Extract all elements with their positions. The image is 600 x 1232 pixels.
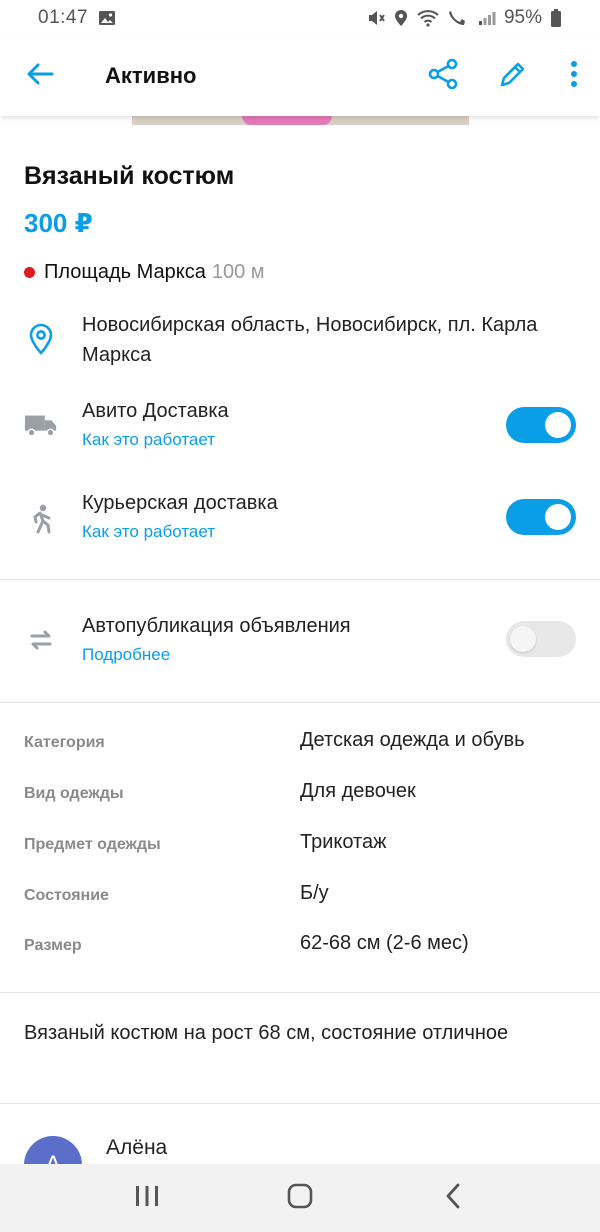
- photo-content: [242, 116, 332, 125]
- divider: [0, 1103, 600, 1104]
- status-time: 01:47: [38, 7, 89, 28]
- toggle-knob: [510, 626, 536, 652]
- edit-icon: [498, 59, 528, 94]
- param-value: Трикотаж: [300, 831, 387, 853]
- signal-bars-icon: [478, 10, 496, 26]
- page-title: Активно: [105, 63, 197, 88]
- back-arrow-icon: [26, 62, 54, 91]
- param-row: Предмет одежды Трикотаж: [0, 830, 600, 860]
- share-icon: [428, 58, 458, 95]
- param-row: Вид одежды Для девочек: [0, 779, 600, 809]
- status-bar: 01:47 95%: [0, 0, 600, 36]
- system-nav-bar: [0, 1164, 600, 1232]
- truck-icon: [24, 408, 58, 442]
- param-value: Детская одежда и обувь: [300, 729, 525, 751]
- call-signal-icon: [448, 9, 470, 27]
- location-status-icon: [394, 9, 408, 27]
- edit-button[interactable]: [478, 36, 548, 116]
- divider: [0, 992, 600, 993]
- param-value: Б/у: [300, 882, 329, 904]
- param-key: Размер: [24, 937, 82, 954]
- battery-icon: [550, 8, 562, 28]
- divider: [0, 579, 600, 580]
- delivery-link-courier[interactable]: Как это работает: [82, 522, 278, 542]
- param-key: Категория: [24, 734, 105, 751]
- param-value: Для девочек: [300, 780, 416, 802]
- back-button[interactable]: [0, 36, 80, 116]
- listing-photo[interactable]: [132, 116, 469, 125]
- metro-station-name: Площадь Маркса: [44, 261, 206, 283]
- autopublish-row: Автопубликация объявления Подробнее: [0, 611, 600, 675]
- param-row: Размер 62-68 см (2-6 мес): [0, 931, 600, 961]
- divider: [0, 702, 600, 703]
- metro-distance: 100 м: [211, 261, 265, 283]
- mute-icon: [366, 9, 386, 27]
- gallery-notification-icon: [98, 10, 116, 26]
- autorenew-icon: [24, 623, 58, 657]
- wifi-icon: [416, 9, 440, 27]
- param-row: Состояние Б/у: [0, 881, 600, 911]
- avito-delivery-toggle[interactable]: [506, 407, 576, 443]
- back-icon: [444, 1183, 462, 1214]
- share-button[interactable]: [408, 36, 478, 116]
- listing-description: Вязаный костюм на рост 68 см, состояние …: [24, 1022, 509, 1044]
- delivery-label-courier: Курьерская доставка: [82, 492, 278, 514]
- listing-price: 300 ₽: [24, 208, 93, 238]
- delivery-label-avito: Авито Доставка: [82, 400, 229, 422]
- param-value: 62-68 см (2-6 мес): [300, 932, 469, 954]
- metro-dot-icon: [24, 267, 35, 278]
- courier-icon: [24, 502, 58, 536]
- param-key: Вид одежды: [24, 785, 124, 802]
- recents-button[interactable]: [107, 1164, 187, 1232]
- autopublish-toggle[interactable]: [506, 621, 576, 657]
- delivery-row-courier: Курьерская доставка Как это работает: [0, 488, 600, 552]
- more-vertical-icon: [570, 60, 578, 92]
- recents-icon: [134, 1184, 160, 1213]
- location-pin-icon: [24, 322, 58, 356]
- param-row: Категория Детская одежда и обувь: [0, 728, 600, 758]
- param-key: Состояние: [24, 887, 109, 904]
- address-row[interactable]: Новосибирская область, Новосибирск, пл. …: [0, 310, 600, 374]
- metro-station: Площадь Маркса 100 м: [24, 261, 265, 284]
- system-back-button[interactable]: [413, 1164, 493, 1232]
- seller-block[interactable]: А Алёна: [0, 1106, 600, 1164]
- delivery-link-avito[interactable]: Как это работает: [82, 430, 229, 450]
- battery-percent: 95%: [503, 7, 542, 28]
- home-button[interactable]: [260, 1164, 340, 1232]
- seller-name[interactable]: Алёна: [106, 1136, 167, 1160]
- toggle-knob: [545, 412, 571, 438]
- toggle-knob: [545, 504, 571, 530]
- listing-title: Вязаный костюм: [24, 162, 235, 190]
- courier-delivery-toggle[interactable]: [506, 499, 576, 535]
- address-text: Новосибирская область, Новосибирск, пл. …: [82, 314, 538, 366]
- avatar[interactable]: А: [24, 1136, 82, 1164]
- app-bar: Активно: [0, 36, 600, 116]
- param-key: Предмет одежды: [24, 836, 161, 853]
- autopublish-label: Автопубликация объявления: [82, 615, 351, 637]
- home-icon: [287, 1183, 313, 1214]
- autopublish-link[interactable]: Подробнее: [82, 645, 351, 665]
- delivery-row-avito: Авито Доставка Как это работает: [0, 396, 600, 460]
- more-button[interactable]: [548, 36, 600, 116]
